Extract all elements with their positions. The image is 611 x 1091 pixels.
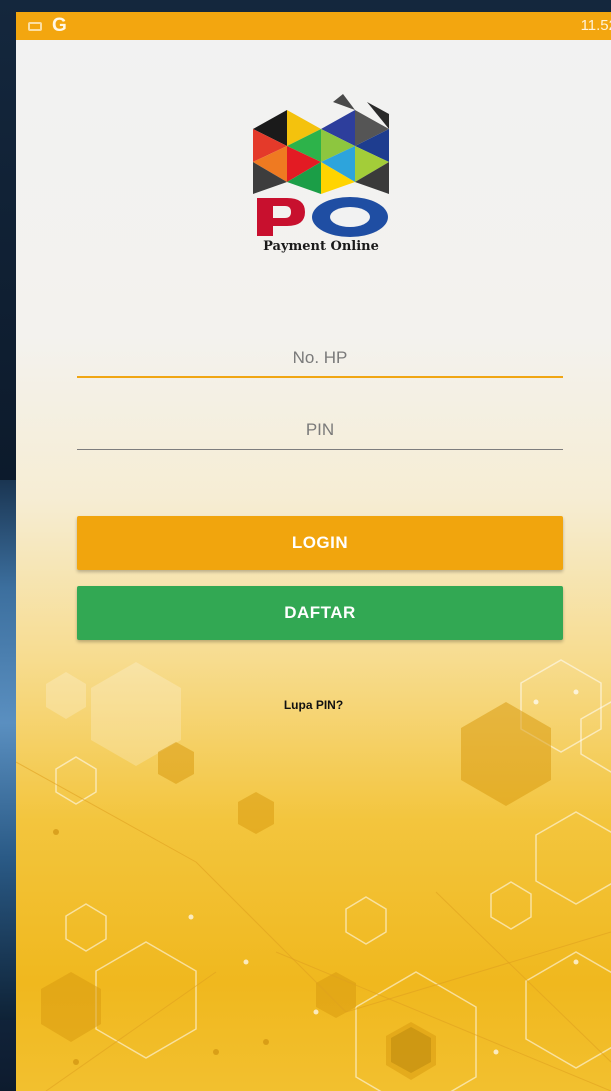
payment-online-logo: Payment Online [253,94,389,254]
status-bar: G 11.52 [16,12,611,40]
phone-field[interactable] [77,338,563,378]
google-app-icon: G [52,15,67,36]
background-wallpaper-strip [0,480,16,1020]
pin-field[interactable] [77,410,563,450]
app-screen: G 11.52 Payment Online [16,12,611,1091]
status-time: 11.52 [580,17,611,34]
sim-card-icon [28,21,42,31]
logo-initials [257,197,388,237]
pin-input[interactable] [77,410,563,450]
register-button[interactable]: DAFTAR [77,586,563,640]
logo-name: Payment Online [263,239,379,254]
phone-field-underline [77,376,563,378]
forgot-pin-link[interactable]: Lupa PIN? [16,698,611,712]
pin-field-underline [77,448,563,450]
phone-input[interactable] [77,338,563,378]
login-button[interactable]: LOGIN [77,516,563,570]
